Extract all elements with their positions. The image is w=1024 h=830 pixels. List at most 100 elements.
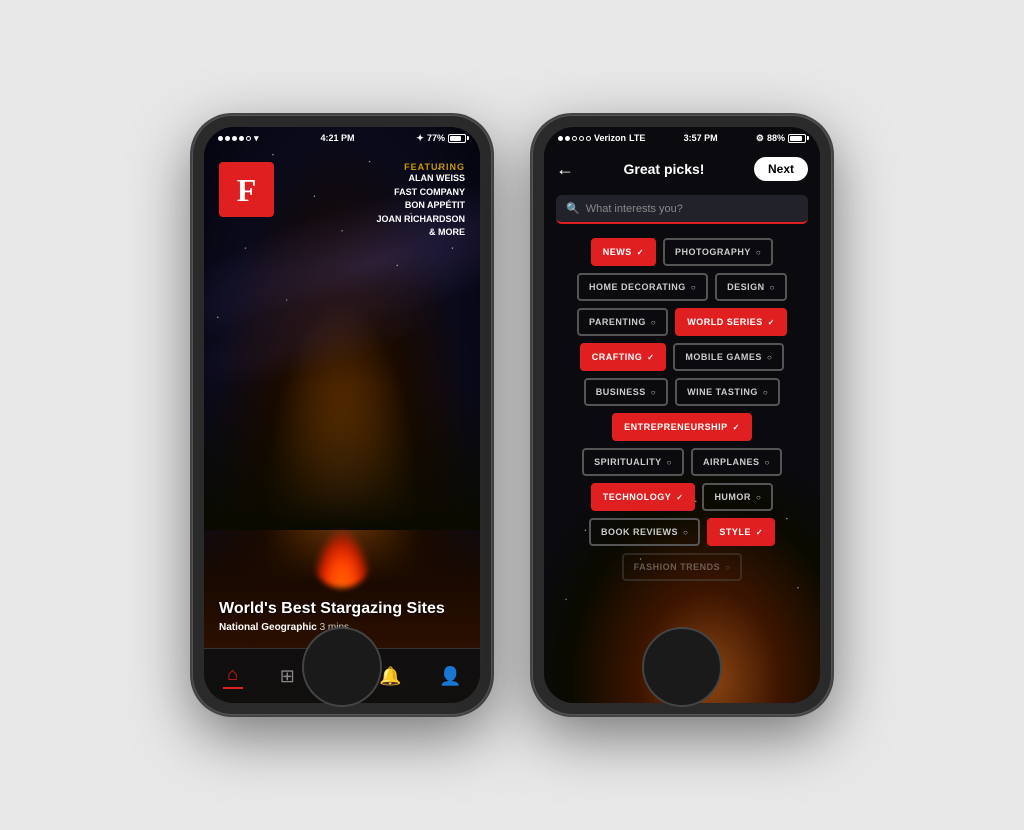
signal-dots-2 [558,136,591,141]
signal-dot-1 [218,136,223,141]
tag-world-series[interactable]: WORLD SERIES [675,308,787,336]
article-source: National Geographic [219,622,317,633]
tag-mobile-games-label: MOBILE GAMES [685,352,762,362]
tag-row-4: CRAFTING MOBILE GAMES [556,343,808,371]
battery-label-2: 88% [767,133,785,143]
tag-business-label: BUSINESS [596,387,646,397]
tag-humor[interactable]: HUMOR [702,483,773,511]
tag-parenting[interactable]: PARENTING [577,308,668,336]
phone-1-screen: ▾ 4:21 PM ✦ 77% F FEATURING [204,127,480,703]
tag-design[interactable]: DESIGN [715,273,787,301]
tag-parenting-icon [651,318,656,327]
tag-world-series-label: WORLD SERIES [687,317,763,327]
tag-crafting-icon [647,353,654,362]
tag-entrepreneurship[interactable]: ENTREPRENEURSHIP [612,413,752,441]
tag-row-5: BUSINESS WINE TASTING [556,378,808,406]
s-dot-3 [572,136,577,141]
tag-home-decorating[interactable]: HOME DECORATING [577,273,708,301]
battery-fill-1 [450,136,461,141]
interests-grid: NEWS PHOTOGRAPHY HOME DECORATING DESIGN [544,230,820,589]
status-right-1: ✦ 77% [416,133,466,144]
tag-mobile-games[interactable]: MOBILE GAMES [673,343,784,371]
tag-news[interactable]: NEWS [591,238,656,266]
status-bar-2: Verizon LTE 3:57 PM ⚙ 88% [544,127,820,149]
s-dot-4 [579,136,584,141]
tag-entrepreneurship-icon [733,423,740,432]
tag-wine-tasting-label: WINE TASTING [687,387,758,397]
tag-humor-icon [756,493,761,502]
s-dot-1 [558,136,563,141]
signal-dot-2 [225,136,230,141]
tag-row-1: NEWS PHOTOGRAPHY [556,238,808,266]
article-title[interactable]: World's Best Stargazing Sites [219,599,465,618]
tag-book-reviews[interactable]: BOOK REVIEWS [589,518,700,546]
search-bar[interactable]: 🔍 What interests you? [556,195,808,224]
tag-spirituality[interactable]: SPIRITUALITY [582,448,684,476]
back-button[interactable]: ← [556,159,574,180]
s-dot-2 [565,136,570,141]
tag-spirituality-icon [667,458,672,467]
tag-book-reviews-icon [683,528,688,537]
tag-news-label: NEWS [603,247,632,257]
header-title: Great picks! [582,161,746,177]
nav-grid[interactable]: ⊞ [280,666,295,687]
tag-crafting[interactable]: CRAFTING [580,343,667,371]
next-button[interactable]: Next [754,157,808,181]
battery-icon-1 [448,134,466,143]
tag-fashion-trends-icon [725,563,730,572]
search-placeholder: What interests you? [586,203,683,215]
battery-label-1: 77% [427,133,445,143]
tag-business-icon [651,388,656,397]
featuring-section: FEATURING ALAN WEISS FAST COMPANY BON AP… [284,162,465,240]
phone-2-home-button[interactable] [642,627,722,707]
status-right-2: ⚙ 88% [756,133,806,144]
tag-photography-icon [756,248,761,257]
s-dot-5 [586,136,591,141]
settings-icon: ⚙ [756,133,764,144]
phone-2: Verizon LTE 3:57 PM ⚙ 88% ← Great picks!… [532,115,832,715]
phone-2-header: ← Great picks! Next [544,149,820,189]
search-icon: 🔍 [566,202,580,215]
tag-wine-tasting[interactable]: WINE TASTING [675,378,780,406]
tag-airplanes-icon [765,458,770,467]
signal-dots [218,136,251,141]
battery-icon-2 [788,134,806,143]
tag-fashion-trends[interactable]: FASHION TRENDS [622,553,743,581]
signal-dot-3 [232,136,237,141]
bluetooth-icon: ✦ [416,133,424,144]
tag-airplanes-label: AIRPLANES [703,457,760,467]
tag-wine-tasting-icon [763,388,768,397]
tag-row-7: SPIRITUALITY AIRPLANES [556,448,808,476]
tag-photography[interactable]: PHOTOGRAPHY [663,238,773,266]
tag-design-icon [770,283,775,292]
nav-home[interactable]: ⌂ [223,664,243,689]
tag-home-decorating-icon [691,283,696,292]
tag-row-8: TECHNOLOGY HUMOR [556,483,808,511]
tag-style-icon [756,528,763,537]
clock-1: 4:21 PM [320,133,354,143]
tag-airplanes[interactable]: AIRPLANES [691,448,782,476]
trees-bg [204,386,480,530]
phone-1-top-content: F FEATURING ALAN WEISS FAST COMPANY BON … [204,152,480,250]
tag-style-label: STYLE [719,527,751,537]
tag-technology[interactable]: TECHNOLOGY [591,483,696,511]
status-bar-1: ▾ 4:21 PM ✦ 77% [204,127,480,149]
tag-business[interactable]: BUSINESS [584,378,668,406]
featuring-item-2: FAST COMPANY [284,186,465,200]
featuring-label: FEATURING [284,162,465,172]
tag-technology-label: TECHNOLOGY [603,492,672,502]
tag-world-series-icon [768,318,775,327]
network-label: LTE [629,133,645,143]
flipboard-logo[interactable]: F [219,162,274,217]
tag-book-reviews-label: BOOK REVIEWS [601,527,678,537]
signal-dot-5 [246,136,251,141]
nav-bell[interactable]: 🔔 [379,666,401,687]
featuring-item-3: BON APPÉTIT [284,199,465,213]
flipboard-f-letter: F [237,174,257,206]
tag-row-10: FASHION TRENDS [556,553,808,581]
battery-fill-2 [790,136,802,141]
tag-style[interactable]: STYLE [707,518,775,546]
tag-home-decorating-label: HOME DECORATING [589,282,686,292]
nav-user[interactable]: 👤 [439,666,461,687]
phone-1-home-button[interactable] [302,627,382,707]
